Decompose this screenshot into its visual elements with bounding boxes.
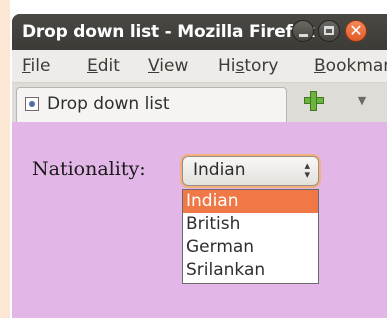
new-tab-plus-icon-vertical (310, 91, 317, 111)
nationality-select[interactable]: Indian ▴ ▾ (182, 156, 319, 186)
menu-bookmarks-label: ookmarks (325, 56, 387, 76)
menu-file[interactable]: File (22, 56, 50, 76)
select-arrows-icon: ▴ ▾ (304, 159, 310, 181)
close-button[interactable]: ✕ (345, 20, 367, 42)
tab-list-chevron-icon: ▼ (357, 94, 367, 107)
menu-history-prefix: Hi (218, 56, 236, 76)
option-srilankan[interactable]: Srilankan (183, 259, 318, 282)
page-content: Nationality: Indian ▴ ▾ Indian British Ge… (12, 122, 387, 318)
nationality-dropdown-list: Indian British German Srilankan (182, 189, 319, 284)
tab-drop-down-list[interactable]: Drop down list (16, 87, 287, 122)
close-icon: ✕ (349, 21, 363, 40)
menu-bookmarks-accel: B (314, 56, 326, 76)
new-tab-button[interactable] (302, 89, 326, 113)
menu-bookmarks[interactable]: Bookmarks (314, 56, 387, 76)
title-bar[interactable]: Drop down list - Mozilla Firefox ✕ (12, 14, 387, 50)
menu-file-label: ile (30, 56, 51, 76)
minimize-icon (299, 34, 308, 37)
browser-window: Drop down list - Mozilla Firefox ✕ File … (12, 14, 387, 318)
window-title: Drop down list - Mozilla Firefox (22, 22, 315, 42)
menu-view-label: iew (159, 56, 189, 76)
menu-edit-label: dit (97, 56, 120, 76)
maximize-icon (324, 26, 334, 35)
tab-list-button[interactable]: ▼ (352, 91, 372, 111)
option-german[interactable]: German (183, 236, 318, 259)
desktop-background (0, 0, 10, 318)
select-current-value: Indian (193, 160, 246, 180)
menu-view-accel: V (148, 56, 160, 76)
menu-view[interactable]: View (148, 56, 188, 76)
nationality-label: Nationality: (32, 158, 146, 180)
menu-file-accel: F (22, 56, 31, 76)
minimize-button[interactable] (292, 20, 314, 42)
menu-edit[interactable]: Edit (87, 56, 120, 76)
tab-bar: Drop down list ▼ (12, 83, 387, 122)
maximize-button[interactable] (318, 20, 340, 42)
menu-history-label: tory (244, 56, 279, 76)
option-british[interactable]: British (183, 213, 318, 236)
menu-history[interactable]: History (218, 56, 279, 76)
option-indian[interactable]: Indian (183, 190, 318, 213)
page-icon (25, 97, 39, 111)
menu-edit-accel: E (87, 56, 98, 76)
menu-bar: File Edit View History Bookmarks (12, 50, 387, 83)
tab-label: Drop down list (47, 94, 170, 114)
